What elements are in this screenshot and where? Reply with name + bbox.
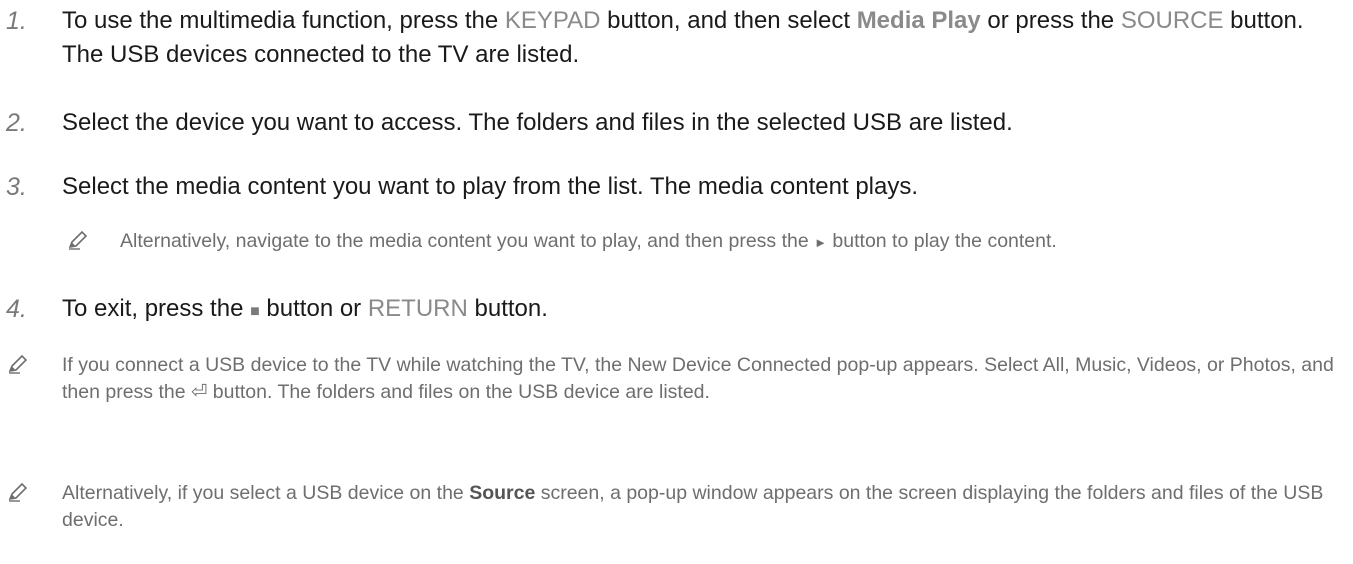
media-play-label: Media Play	[856, 7, 981, 34]
step-number: 2.	[6, 109, 27, 137]
step-number: 1.	[6, 7, 27, 35]
pencil-note-icon	[68, 230, 88, 250]
source-button-label: SOURCE	[1120, 7, 1224, 34]
return-button-label: RETURN	[367, 295, 468, 322]
step-number: 3.	[6, 173, 27, 201]
pencil-note-icon	[8, 354, 28, 374]
sub-note-text: Alternatively, navigate to the media con…	[120, 230, 1057, 252]
step-text: Select the device you want to access. Th…	[62, 109, 1013, 136]
step-text: To exit, press the ■ button or RETURN bu…	[62, 295, 548, 322]
play-icon: ►	[814, 235, 827, 250]
stop-icon: ■	[250, 303, 260, 320]
step-number: 4.	[6, 295, 27, 323]
enter-icon: ⏎	[191, 381, 208, 403]
note-2-text: Alternatively, if you select a USB devic…	[62, 482, 1324, 531]
step-text: Select the media content you want to pla…	[62, 173, 919, 200]
note-1-text: If you connect a USB device to the TV wh…	[62, 354, 1334, 403]
pencil-note-icon	[8, 482, 28, 502]
step-text: To use the multimedia function, press th…	[62, 7, 1304, 68]
keypad-button-label: KEYPAD	[504, 7, 601, 34]
source-screen-label: Source	[469, 482, 536, 504]
